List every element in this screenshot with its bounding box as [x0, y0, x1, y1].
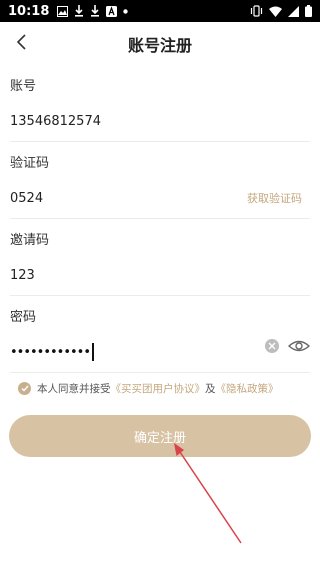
download-icon: [74, 5, 84, 17]
status-time: 10:18: [8, 3, 50, 19]
invite-label: 邀请码: [10, 233, 50, 248]
text-caret: [92, 343, 94, 361]
check-icon: [21, 383, 29, 395]
code-label: 验证码: [10, 156, 50, 171]
battery-icon: [305, 5, 312, 17]
a-box-icon: [106, 5, 118, 17]
status-bar: 10:18: [0, 0, 320, 22]
vibrate-icon: [250, 5, 263, 17]
dot-icon: [123, 8, 129, 14]
chevron-left-icon: [16, 34, 28, 54]
signal-icon: [288, 5, 299, 17]
password-masked-value: ••••••••••••: [10, 344, 91, 360]
agreement-row: 本人同意并接受 《买买团用户协议》 及 《隐私政策》: [18, 381, 279, 396]
wifi-icon: [269, 6, 282, 17]
page-header: 账号注册: [0, 22, 320, 66]
invite-input[interactable]: [10, 265, 240, 285]
invite-field: 邀请码: [0, 229, 320, 299]
account-field: 账号: [0, 75, 320, 145]
download-icon: [90, 5, 100, 17]
divider: [10, 372, 310, 373]
agreement-checkbox[interactable]: [18, 382, 31, 395]
image-icon: [57, 5, 69, 17]
account-input[interactable]: [10, 111, 240, 131]
privacy-policy-link[interactable]: 《隐私政策》: [216, 381, 279, 396]
clear-icon[interactable]: [265, 339, 279, 353]
password-label: 密码: [10, 310, 37, 325]
password-input[interactable]: ••••••••••••: [10, 342, 94, 362]
account-label: 账号: [10, 79, 37, 94]
page-title: 账号注册: [127, 36, 192, 55]
notification-icons: [57, 5, 129, 17]
agreement-prefix: 本人同意并接受: [37, 383, 111, 395]
back-button[interactable]: [8, 30, 36, 58]
submit-label: 确定注册: [133, 430, 186, 446]
submit-button[interactable]: 确定注册: [9, 415, 311, 457]
system-icons: [250, 5, 312, 17]
user-agreement-link[interactable]: 《买买团用户协议》: [111, 381, 206, 396]
divider: [10, 141, 310, 142]
divider: [10, 218, 310, 219]
divider: [10, 295, 310, 296]
agreement-and: 及: [205, 383, 216, 395]
code-input[interactable]: [10, 188, 210, 208]
eye-icon[interactable]: [287, 337, 311, 355]
get-code-button[interactable]: 获取验证码: [247, 190, 302, 206]
code-field: 验证码 获取验证码: [0, 152, 320, 222]
